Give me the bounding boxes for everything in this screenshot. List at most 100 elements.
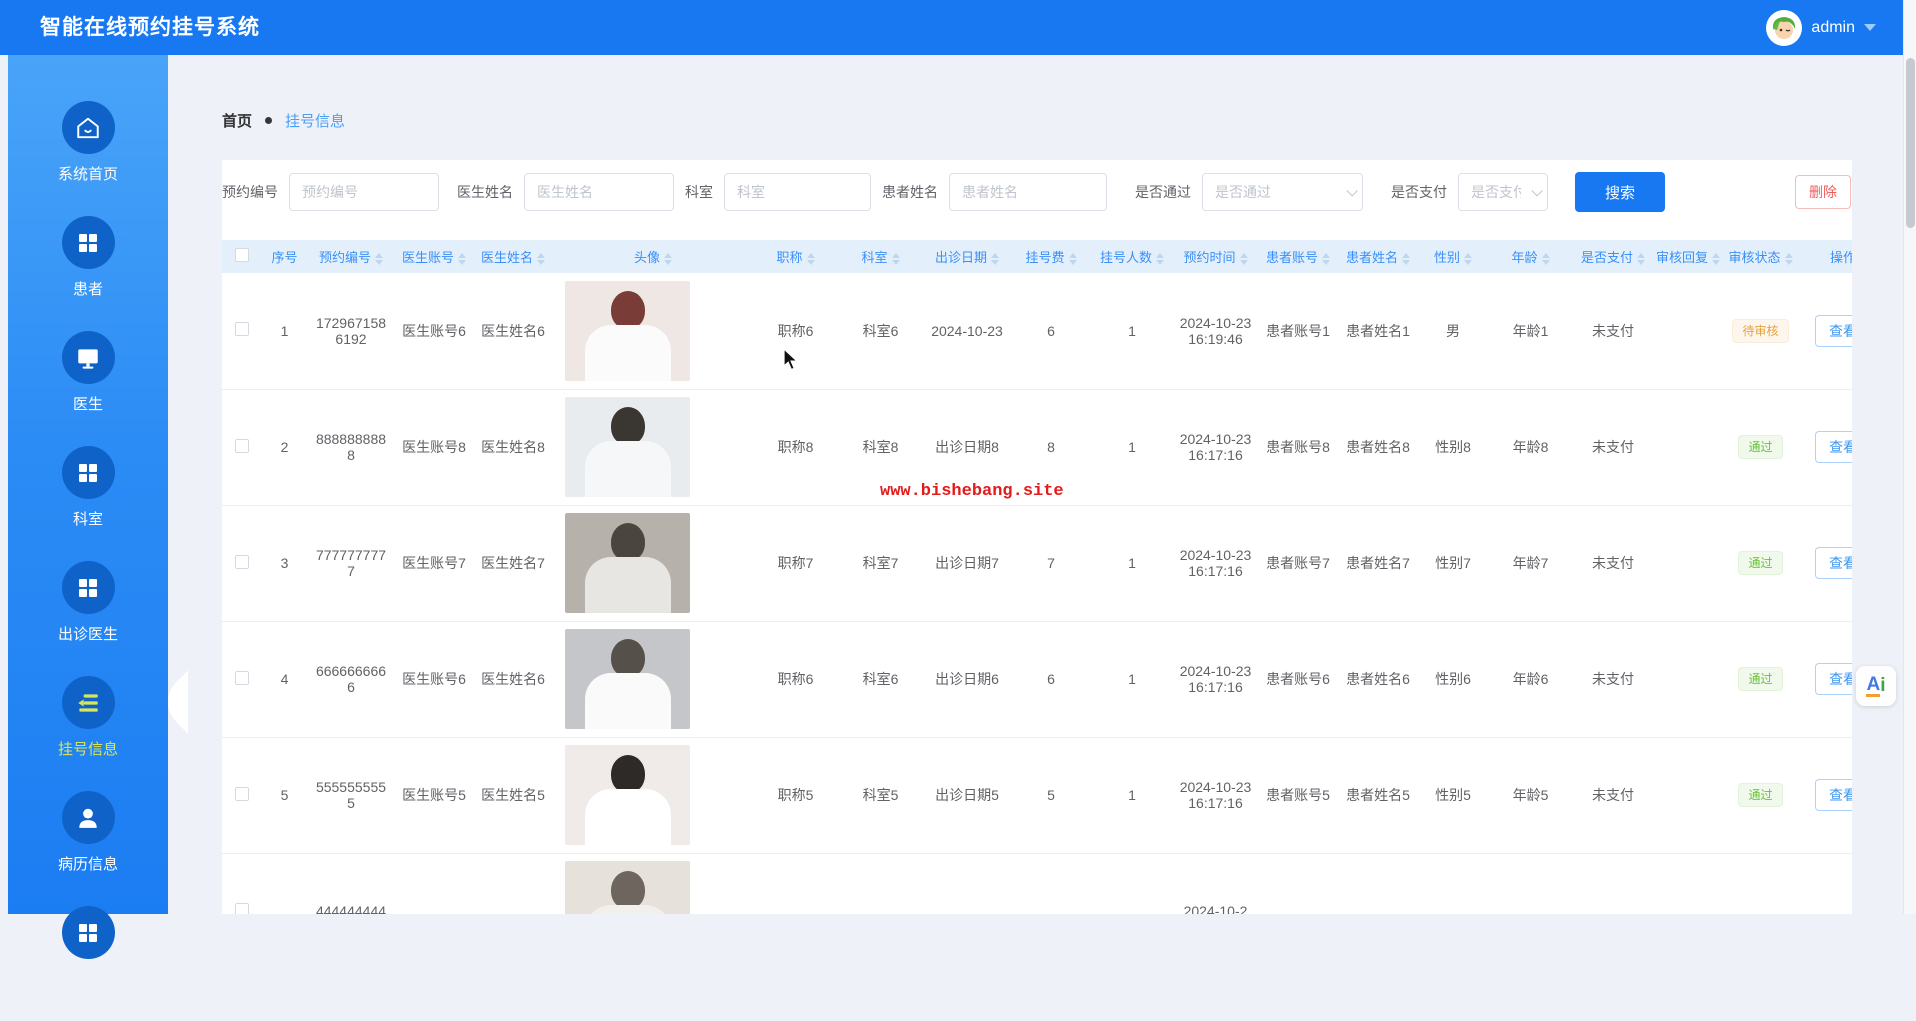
department-input[interactable] bbox=[724, 173, 871, 211]
column-header[interactable]: 审核回复 bbox=[1653, 240, 1723, 273]
sidebar-item-label: 医生 bbox=[72, 396, 103, 413]
view-button[interactable]: 查看 bbox=[1815, 547, 1852, 579]
cell-actions bbox=[1798, 853, 1852, 914]
column-header[interactable]: 审核状态 bbox=[1723, 240, 1798, 273]
table-body: 1 1729671586192 医生账号6 医生姓名6 职称6 科室6 2024… bbox=[222, 273, 1852, 914]
search-button[interactable]: 搜索 bbox=[1575, 172, 1665, 212]
sidebar-item-icon bbox=[76, 576, 100, 600]
column-header[interactable]: 医生姓名 bbox=[473, 240, 553, 273]
sort-carets-icon[interactable] bbox=[891, 252, 900, 265]
sort-carets-icon[interactable] bbox=[1637, 252, 1645, 265]
column-label: 医生姓名 bbox=[480, 250, 533, 265]
cell-gender: 性别5 bbox=[1418, 737, 1488, 854]
row-checkbox[interactable] bbox=[235, 554, 249, 569]
cell-visit-date bbox=[923, 853, 1011, 914]
cell-review-reply bbox=[1653, 853, 1723, 914]
filter-label: 是否支付 bbox=[1391, 184, 1447, 200]
column-label: 审核回复 bbox=[1655, 250, 1708, 265]
vertical-scrollbar[interactable] bbox=[1903, 0, 1916, 914]
sidebar-item[interactable]: 病历信息 bbox=[8, 791, 168, 906]
scrollbar-thumb[interactable] bbox=[1906, 58, 1915, 228]
column-header[interactable]: 患者账号 bbox=[1258, 240, 1338, 273]
breadcrumb: 首页 挂号信息 bbox=[222, 110, 345, 131]
sort-carets-icon[interactable] bbox=[458, 252, 466, 265]
row-checkbox[interactable] bbox=[235, 902, 249, 914]
approved-select[interactable] bbox=[1202, 173, 1363, 211]
cell-review-status: 通过 bbox=[1723, 737, 1798, 854]
sort-carets-icon[interactable] bbox=[1402, 252, 1410, 265]
patient-name-input[interactable] bbox=[949, 173, 1107, 211]
column-header[interactable]: 头像 bbox=[553, 240, 753, 273]
cell-patient-name: 患者姓名6 bbox=[1338, 621, 1418, 738]
row-checkbox[interactable] bbox=[235, 670, 249, 685]
cell-paid: 未支付 bbox=[1573, 621, 1653, 738]
booking-no-input[interactable] bbox=[289, 173, 439, 211]
user-menu[interactable]: admin bbox=[1766, 0, 1876, 55]
sidebar-item[interactable]: 出诊医生 bbox=[8, 561, 168, 676]
sidebar-item[interactable]: 科室 bbox=[8, 446, 168, 561]
sort-carets-icon[interactable] bbox=[1464, 252, 1472, 265]
cell-index: 2 bbox=[262, 389, 307, 506]
sidebar-item[interactable]: 患者 bbox=[8, 216, 168, 331]
column-header[interactable]: 科室 bbox=[838, 240, 923, 273]
sidebar-item-label: 出诊医生 bbox=[57, 626, 118, 643]
sort-carets-icon[interactable] bbox=[1322, 252, 1330, 265]
breadcrumb-home[interactable]: 首页 bbox=[222, 110, 252, 131]
user-avatar[interactable] bbox=[1766, 9, 1803, 46]
sidebar-item[interactable]: 医生 bbox=[8, 331, 168, 446]
column-header[interactable]: 医生账号 bbox=[395, 240, 473, 273]
sort-carets-icon[interactable] bbox=[537, 252, 545, 265]
sort-carets-icon[interactable] bbox=[1541, 252, 1550, 265]
column-header[interactable]: 患者姓名 bbox=[1338, 240, 1418, 273]
column-header[interactable]: 职称 bbox=[753, 240, 838, 273]
row-checkbox[interactable] bbox=[235, 786, 249, 801]
row-checkbox[interactable] bbox=[235, 438, 249, 453]
select-all-checkbox[interactable] bbox=[235, 248, 249, 262]
ai-assistant-button[interactable]: Ai bbox=[1856, 666, 1896, 706]
cell-review-reply bbox=[1653, 389, 1723, 506]
cell-title: 职称6 bbox=[753, 273, 838, 390]
column-header[interactable]: 年龄 bbox=[1488, 240, 1573, 273]
sort-carets-icon[interactable] bbox=[664, 252, 672, 265]
cell-patient-account: 患者账号1 bbox=[1258, 273, 1338, 390]
column-header[interactable]: 预约编号 bbox=[307, 240, 395, 273]
filter-patient-name: 患者姓名 bbox=[882, 172, 1107, 212]
column-header[interactable]: 序号 bbox=[262, 240, 307, 273]
top-header-bar: 智能在线预约挂号系统 admin bbox=[0, 0, 1916, 55]
cell-age: 年龄8 bbox=[1488, 389, 1573, 506]
column-header[interactable]: 预约时间 bbox=[1173, 240, 1258, 273]
column-header[interactable]: 出诊日期 bbox=[923, 240, 1011, 273]
sidebar-item[interactable] bbox=[8, 906, 168, 1021]
sort-carets-icon[interactable] bbox=[1239, 252, 1248, 265]
sort-carets-icon[interactable] bbox=[1712, 252, 1720, 265]
cell-avatar bbox=[553, 389, 753, 506]
delete-button[interactable]: 删除 bbox=[1795, 175, 1851, 209]
view-button[interactable]: 查看 bbox=[1815, 314, 1852, 347]
sort-carets-icon[interactable] bbox=[375, 252, 383, 265]
column-header[interactable]: 操作 bbox=[1798, 240, 1852, 273]
sort-carets-icon[interactable] bbox=[806, 252, 815, 265]
sidebar-item[interactable]: 系统首页 bbox=[8, 101, 168, 216]
doctor-photo bbox=[565, 861, 690, 914]
column-header[interactable]: 挂号人数 bbox=[1091, 240, 1173, 273]
filter-label: 患者姓名 bbox=[882, 184, 938, 200]
column-label: 挂号人数 bbox=[1099, 250, 1152, 265]
column-header[interactable]: 性别 bbox=[1418, 240, 1488, 273]
grid-icon bbox=[79, 233, 97, 252]
view-button[interactable]: 查看 bbox=[1815, 431, 1852, 463]
row-checkbox[interactable] bbox=[235, 322, 249, 337]
sort-carets-icon[interactable] bbox=[1784, 252, 1793, 265]
registration-table-wrap: 序号 预约编号 医生账号 医生姓名 头像 职称 科室 出诊日期 挂号费 挂号人数… bbox=[222, 240, 1852, 914]
paid-select[interactable] bbox=[1458, 173, 1548, 211]
view-button[interactable]: 查看 bbox=[1815, 779, 1852, 811]
view-button[interactable]: 查看 bbox=[1815, 663, 1852, 695]
column-header[interactable]: 挂号费 bbox=[1011, 240, 1091, 273]
doctor-name-input[interactable] bbox=[524, 173, 674, 211]
sort-carets-icon[interactable] bbox=[991, 252, 999, 265]
sort-carets-icon[interactable] bbox=[1156, 252, 1164, 265]
app-title: 智能在线预约挂号系统 bbox=[40, 16, 260, 39]
column-header[interactable]: 是否支付 bbox=[1573, 240, 1653, 273]
column-label: 是否支付 bbox=[1580, 250, 1633, 265]
sidebar-item[interactable]: 挂号信息 bbox=[8, 670, 188, 791]
sort-carets-icon[interactable] bbox=[1068, 252, 1077, 265]
